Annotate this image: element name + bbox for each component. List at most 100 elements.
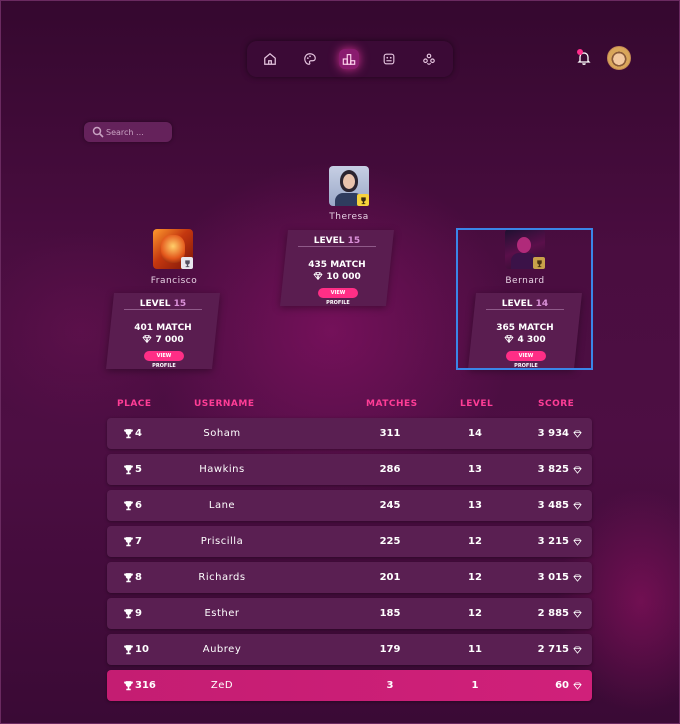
username-cell: Aubrey — [202, 644, 242, 655]
notification-dot — [577, 49, 583, 55]
search-box — [84, 122, 172, 142]
diamond-icon — [573, 429, 582, 438]
podium-name-first: Theresa — [329, 212, 369, 222]
username-cell: Richards — [198, 572, 246, 583]
trophy-icon — [124, 645, 133, 655]
place-cell: 6 — [123, 490, 142, 521]
matches-cell: 179 — [379, 644, 401, 655]
place-cell: 7 — [123, 526, 142, 557]
level-cell: 13 — [468, 464, 482, 475]
matches-cell: 225 — [379, 536, 401, 547]
score-cell: 3 934 — [527, 418, 582, 449]
level-cell: 11 — [468, 644, 482, 655]
community-icon — [423, 53, 435, 65]
level-cell: 12 — [468, 536, 482, 547]
place-cell: 4 — [123, 418, 142, 449]
diamond-icon — [573, 537, 582, 546]
matches-cell: 3 — [386, 680, 394, 691]
search-icon — [92, 126, 104, 138]
matches-cell: 185 — [379, 608, 401, 619]
place-cell: 9 — [123, 598, 142, 629]
trophy-icon — [124, 429, 133, 439]
search-input[interactable] — [106, 124, 166, 140]
divider — [298, 246, 376, 247]
app-frame: Theresa LEVEL 15 435 MATCH 10 000 VIEW P… — [0, 0, 680, 724]
table-row[interactable]: 5 Hawkins 286 13 3 825 — [107, 454, 592, 485]
matches-cell: 245 — [379, 500, 401, 511]
current-user-row[interactable]: 316 ZeD 3 1 60 — [107, 670, 592, 701]
table-row[interactable]: 7 Priscilla 225 12 3 215 — [107, 526, 592, 557]
top-navigation — [247, 41, 453, 77]
matches-cell: 201 — [379, 572, 401, 583]
header-score: SCORE — [538, 399, 575, 409]
table-row[interactable]: 4 Soham 311 14 3 934 — [107, 418, 592, 449]
diamond-icon — [313, 272, 323, 281]
leaderboard-icon — [342, 54, 356, 65]
place-cell: 8 — [123, 562, 142, 593]
palette-icon — [304, 53, 316, 65]
trophy-icon — [124, 573, 133, 583]
podium-level-first: LEVEL 15 — [313, 236, 361, 246]
username-cell: Hawkins — [199, 464, 245, 475]
podium-score-second: 7 000 — [110, 335, 216, 345]
score-cell: 2 885 — [527, 598, 582, 629]
score-cell: 3 215 — [527, 526, 582, 557]
level-cell: 12 — [468, 572, 482, 583]
home-icon — [264, 52, 276, 65]
score-cell: 2 715 — [527, 634, 582, 665]
place-cell: 10 — [123, 634, 149, 665]
diamond-icon — [573, 681, 582, 690]
username-cell: Lane — [208, 500, 236, 511]
place-cell: 5 — [123, 454, 142, 485]
nav-community[interactable] — [419, 49, 439, 69]
nav-games[interactable] — [379, 49, 399, 69]
podium-card-second: LEVEL 15 401 MATCH 7 000 VIEW PROFILE — [106, 293, 220, 369]
trophy-badge-first — [357, 194, 369, 206]
score-cell: 3 485 — [527, 490, 582, 521]
selection-outline — [456, 228, 593, 370]
trophy-icon — [124, 609, 133, 619]
score-cell: 60 — [527, 670, 582, 701]
table-row[interactable]: 6 Lane 245 13 3 485 — [107, 490, 592, 521]
diamond-icon — [573, 573, 582, 582]
place-cell: 316 — [123, 670, 156, 701]
trophy-icon — [124, 501, 133, 511]
diamond-icon — [573, 501, 582, 510]
username-cell: ZeD — [210, 680, 234, 691]
username-cell: Soham — [203, 428, 241, 439]
score-cell: 3 825 — [527, 454, 582, 485]
podium-level-second: LEVEL 15 — [139, 299, 187, 309]
user-avatar[interactable] — [607, 46, 631, 70]
trophy-icon — [184, 259, 190, 267]
trophy-icon — [360, 196, 366, 204]
diamond-icon — [142, 335, 152, 344]
header-matches: MATCHES — [366, 399, 418, 409]
trophy-badge-second — [181, 257, 193, 269]
header-level: LEVEL — [460, 399, 494, 409]
trophy-icon — [124, 537, 133, 547]
username-cell: Priscilla — [200, 536, 244, 547]
view-profile-button-first[interactable]: VIEW PROFILE — [318, 288, 358, 306]
view-profile-button-second[interactable]: VIEW PROFILE — [144, 351, 184, 369]
podium-match-first: 435 MATCH — [308, 260, 366, 270]
level-cell: 14 — [468, 428, 482, 439]
table-row[interactable]: 9 Esther 185 12 2 885 — [107, 598, 592, 629]
podium-score-first: 10 000 — [284, 272, 390, 282]
gamepad-icon — [383, 53, 395, 65]
nav-leaderboard[interactable] — [339, 49, 359, 69]
matches-cell: 286 — [379, 464, 401, 475]
diamond-icon — [573, 645, 582, 654]
diamond-icon — [573, 465, 582, 474]
level-cell: 1 — [471, 680, 479, 691]
table-row[interactable]: 10 Aubrey 179 11 2 715 — [107, 634, 592, 665]
nav-palette[interactable] — [300, 49, 320, 69]
header-username: USERNAME — [194, 399, 255, 409]
level-cell: 13 — [468, 500, 482, 511]
table-row[interactable]: 8 Richards 201 12 3 015 — [107, 562, 592, 593]
level-cell: 12 — [468, 608, 482, 619]
divider — [124, 309, 202, 310]
podium-name-second: Francisco — [150, 276, 198, 286]
nav-home[interactable] — [260, 49, 280, 69]
trophy-icon — [124, 681, 133, 691]
podium-match-second: 401 MATCH — [134, 323, 192, 333]
